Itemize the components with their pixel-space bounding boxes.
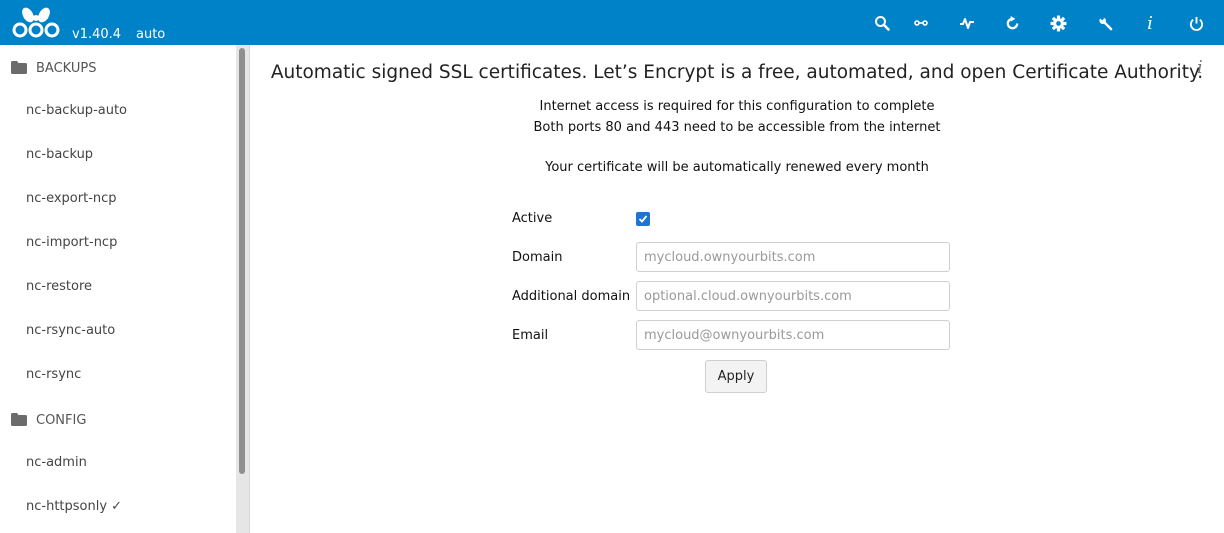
sidebar-item-nc-rsync[interactable]: nc-rsync (26, 367, 81, 382)
refresh-icon[interactable] (1000, 11, 1024, 35)
info-text: Your certificate will be automatically r… (545, 160, 929, 175)
folder-icon (11, 61, 27, 74)
checkmark-icon (638, 215, 648, 223)
mode-label: auto (136, 27, 166, 42)
scrollbar-thumb[interactable] (239, 48, 245, 474)
nextcloud-logo[interactable] (11, 5, 61, 39)
domain-label: Domain (512, 250, 563, 265)
active-checkbox[interactable] (636, 212, 650, 226)
pulse-icon[interactable] (955, 11, 979, 35)
sidebar-item-nc-httpsonly[interactable]: nc-httpsonly ✓ (26, 499, 122, 514)
search-icon[interactable] (870, 11, 894, 35)
sidebar-item-nc-restore[interactable]: nc-restore (26, 279, 92, 294)
gear-icon[interactable] (1046, 11, 1070, 35)
additional-domain-input[interactable] (636, 281, 950, 311)
sidebar-item-nc-admin[interactable]: nc-admin (26, 455, 87, 470)
apply-button[interactable]: Apply (705, 360, 767, 393)
sidebar-item-nc-backup[interactable]: nc-backup (26, 147, 93, 162)
sidebar-scrollbar[interactable] (236, 45, 249, 533)
version-label: v1.40.4 (72, 27, 122, 42)
sidebar-category-config[interactable]: CONFIG (0, 411, 236, 431)
category-label: CONFIG (36, 413, 87, 428)
additional-domain-label: Additional domain (512, 289, 631, 304)
sidebar-item-nc-rsync-auto[interactable]: nc-rsync-auto (26, 323, 115, 338)
top-bar: v1.40.4 auto i (0, 0, 1224, 45)
sidebar-item-nc-import-ncp[interactable]: nc-import-ncp (26, 235, 117, 250)
active-label: Active (512, 211, 553, 226)
page-title: Automatic signed SSL certificates. Let’s… (270, 62, 1204, 83)
info-icon[interactable]: i (1138, 11, 1162, 35)
link-icon[interactable] (909, 11, 933, 35)
info-text: Both ports 80 and 443 need to be accessi… (533, 120, 941, 135)
wrench-icon[interactable] (1093, 11, 1117, 35)
email-input[interactable] (636, 320, 950, 350)
sidebar: BACKUPS nc-backup-auto nc-backup nc-expo… (0, 45, 250, 533)
domain-input[interactable] (636, 242, 950, 272)
power-icon[interactable] (1184, 11, 1208, 35)
sidebar-item-nc-backup-auto[interactable]: nc-backup-auto (26, 103, 127, 118)
sidebar-item-nc-export-ncp[interactable]: nc-export-ncp (26, 191, 117, 206)
email-label: Email (512, 328, 549, 343)
info-text: Internet access is required for this con… (539, 99, 935, 114)
sidebar-category-backups[interactable]: BACKUPS (0, 59, 236, 79)
info-glyph: i (1147, 12, 1153, 34)
folder-icon (11, 413, 27, 426)
category-label: BACKUPS (36, 61, 97, 76)
